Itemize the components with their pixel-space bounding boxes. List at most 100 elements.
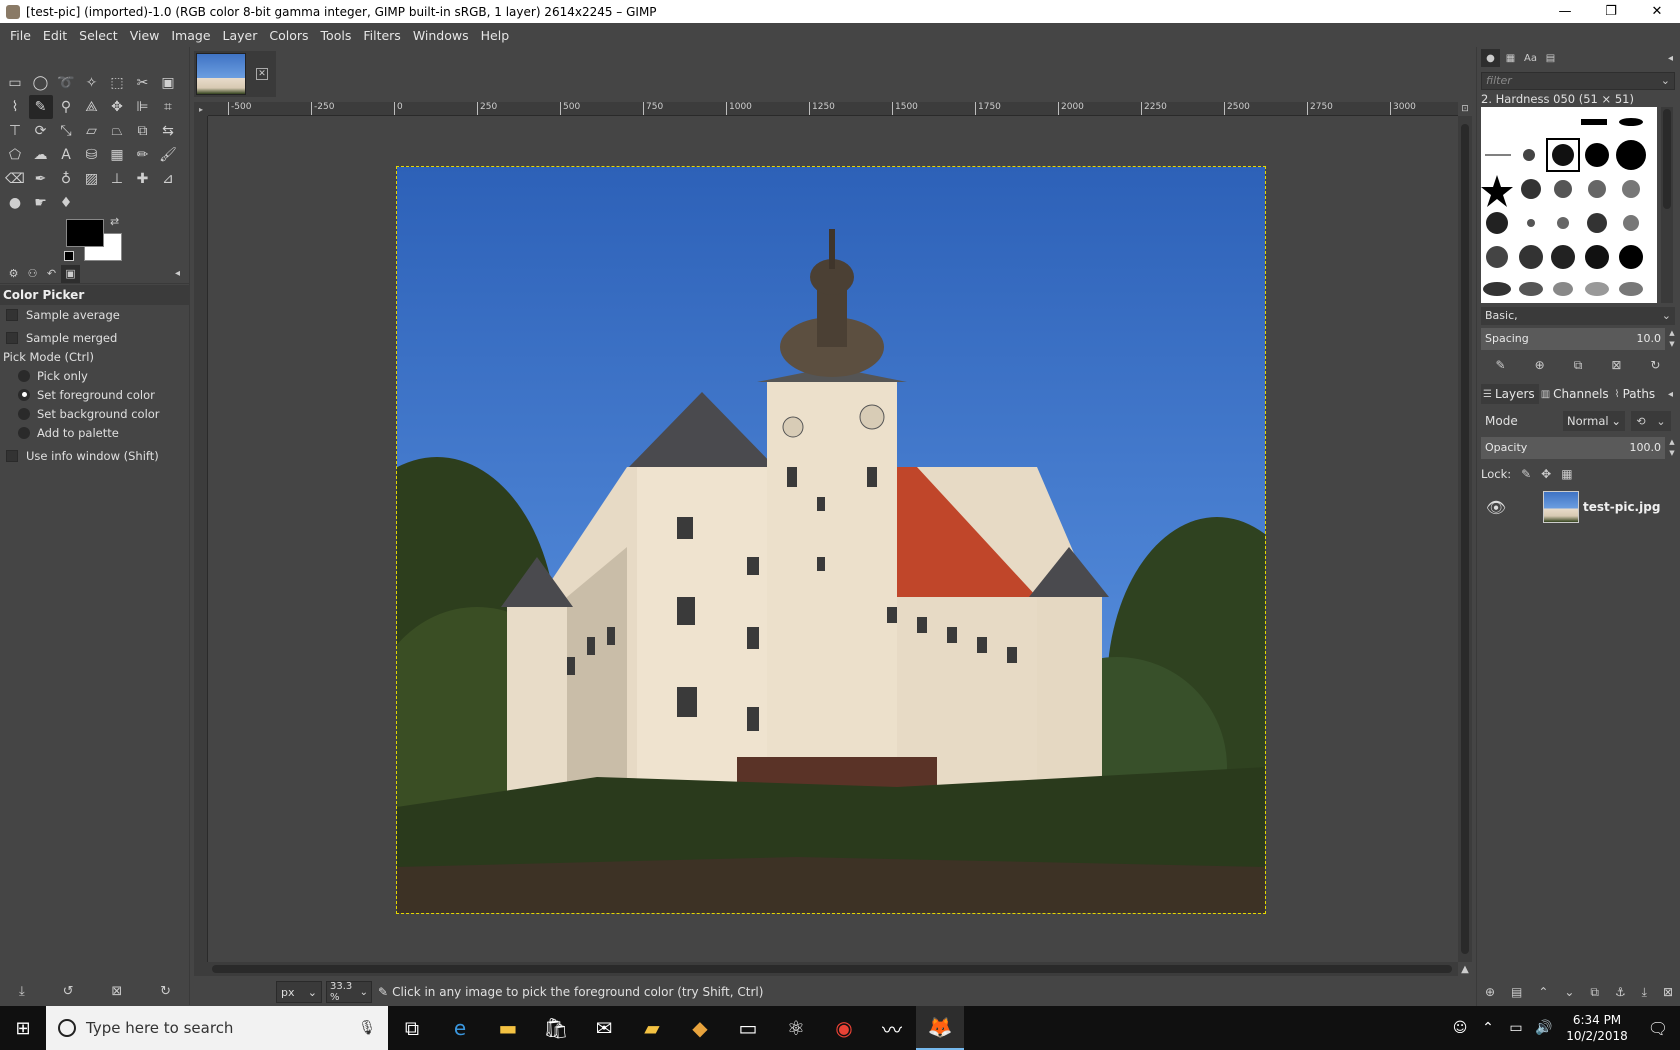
clone-icon[interactable]: ⊥	[105, 167, 129, 191]
eraser-icon[interactable]: ⌫	[3, 167, 27, 191]
menu-image[interactable]: Image	[165, 28, 216, 43]
swap-colors-icon[interactable]: ⇄	[110, 215, 119, 228]
new-layer-group-icon[interactable]: ▤	[1511, 985, 1522, 999]
minimize-button[interactable]: —	[1542, 0, 1588, 23]
edge-browser-icon[interactable]: e	[436, 1006, 484, 1050]
task-view-icon[interactable]: ⧉	[388, 1006, 436, 1050]
add-to-palette-row[interactable]: Add to palette	[0, 423, 190, 442]
rect-select-icon[interactable]: ▭	[3, 71, 27, 95]
set-foreground-row[interactable]: Set foreground color	[0, 385, 190, 404]
paintbrush-icon[interactable]: 🖌	[156, 143, 180, 167]
pencil-icon[interactable]: ✏	[131, 143, 155, 167]
menu-help[interactable]: Help	[475, 28, 516, 43]
blur-icon[interactable]: ●	[3, 191, 27, 215]
patterns-tab-icon[interactable]: ▦	[1501, 49, 1520, 67]
mypaint-brush-icon[interactable]: ▨	[80, 167, 104, 191]
scissors-icon[interactable]: ✂	[131, 71, 155, 95]
opacity-slider[interactable]: Opacity 100.0	[1481, 437, 1665, 459]
device-status-tab-icon[interactable]: ⚇	[23, 265, 42, 283]
dodge-burn-icon[interactable]: ♦	[54, 191, 78, 215]
tab-channels[interactable]: ▥ Channels	[1539, 384, 1613, 404]
image-tab[interactable]: ✕	[194, 51, 276, 97]
spacing-spinner-icon[interactable]: ▲ ▼	[1667, 328, 1677, 350]
zoom-select[interactable]: 33.3 % ⌄	[326, 981, 372, 1003]
flip-icon[interactable]: ⇆	[156, 119, 180, 143]
image-content[interactable]	[396, 166, 1266, 914]
edit-brush-icon[interactable]: ✎	[1496, 358, 1506, 372]
system-clock[interactable]: 6:34 PM 10/2/2018	[1558, 1012, 1636, 1044]
shear-icon[interactable]: ▱	[80, 119, 104, 143]
sample-merged-row[interactable]: Sample merged	[0, 328, 190, 347]
duplicate-brush-icon[interactable]: ⧉	[1574, 358, 1583, 373]
document-history-tab-icon[interactable]: ▤	[1541, 49, 1560, 67]
notifications-icon[interactable]: 🗨	[1636, 1019, 1680, 1038]
ink-icon[interactable]: ♁	[54, 167, 78, 191]
set-background-row[interactable]: Set background color	[0, 404, 190, 423]
navigate-icon[interactable]: ▲	[1458, 962, 1472, 976]
lock-position-icon[interactable]: ✥	[1541, 467, 1551, 481]
3d-transform-icon[interactable]: ⧉	[131, 119, 155, 143]
set-background-radio[interactable]	[18, 407, 30, 420]
menu-file[interactable]: File	[4, 28, 37, 43]
duplicate-layer-icon[interactable]: ⧉	[1590, 985, 1599, 1000]
zoom-image-icon[interactable]: ⊡	[1458, 102, 1472, 116]
unified-transform-icon[interactable]: ⊤	[3, 119, 27, 143]
horizontal-scroll-thumb[interactable]	[212, 965, 1452, 973]
chevron-up-icon[interactable]: ⌃	[1474, 1020, 1502, 1036]
bucket-fill-icon[interactable]: ⛁	[80, 143, 104, 167]
add-to-palette-radio[interactable]	[18, 426, 30, 439]
brush-scroll-thumb[interactable]	[1663, 109, 1671, 209]
horizontal-scrollbar[interactable]	[208, 962, 1458, 976]
lock-pixels-icon[interactable]: ✎	[1521, 467, 1531, 481]
reset-options-icon[interactable]: ↻	[160, 984, 171, 999]
spacing-slider[interactable]: Spacing 10.0	[1481, 328, 1665, 350]
layer-name[interactable]: test-pic.jpg	[1583, 500, 1660, 514]
mode-select[interactable]: Normal ⌄	[1563, 411, 1625, 431]
crop-icon[interactable]: ⌗	[156, 95, 180, 119]
foreground-select-icon[interactable]: ▣	[156, 71, 180, 95]
delete-options-icon[interactable]: ⊠	[111, 984, 122, 999]
microphone-icon[interactable]: 🎙	[358, 1020, 376, 1036]
perspective-icon[interactable]: ⏢	[105, 119, 129, 143]
brush-scrollbar[interactable]	[1661, 107, 1673, 303]
menu-edit[interactable]: Edit	[37, 28, 73, 43]
rotate-icon[interactable]: ⟳	[29, 119, 53, 143]
ellipse-select-icon[interactable]: ◯	[29, 71, 53, 95]
menu-tools[interactable]: Tools	[315, 28, 358, 43]
tab-menu-icon[interactable]: ◂	[1668, 389, 1673, 400]
brush-grid[interactable]	[1481, 107, 1657, 303]
set-foreground-radio[interactable]	[18, 388, 30, 401]
network-icon[interactable]: ▭	[1502, 1020, 1530, 1036]
delete-brush-icon[interactable]: ⊠	[1611, 358, 1621, 372]
refresh-brushes-icon[interactable]: ↻	[1650, 358, 1660, 372]
atom-app-icon[interactable]: ⚛	[772, 1006, 820, 1050]
close-button[interactable]: ✕	[1634, 0, 1680, 23]
gimp-taskbar-icon[interactable]: 🦊	[916, 1006, 964, 1050]
ruler-corner-icon[interactable]: ▸	[194, 102, 208, 116]
use-info-window-checkbox[interactable]	[6, 449, 18, 462]
menu-colors[interactable]: Colors	[263, 28, 314, 43]
opacity-spinner-icon[interactable]: ▲ ▼	[1667, 437, 1677, 459]
color-select-icon[interactable]: ⬚	[105, 71, 129, 95]
heal-icon[interactable]: ✚	[131, 167, 155, 191]
menu-view[interactable]: View	[124, 28, 166, 43]
composite-mode-button[interactable]: ⟲ ⌄	[1631, 411, 1671, 431]
brushes-tab-icon[interactable]: ●	[1481, 49, 1500, 67]
save-options-icon[interactable]: ⤓	[19, 984, 25, 999]
folder-app-icon[interactable]: ▰	[628, 1006, 676, 1050]
volume-icon[interactable]: 🔊	[1530, 1020, 1558, 1036]
sample-merged-checkbox[interactable]	[6, 331, 18, 344]
vertical-scroll-thumb[interactable]	[1461, 124, 1469, 954]
pick-only-radio[interactable]	[18, 369, 30, 382]
fonts-tab-icon[interactable]: Aa	[1521, 49, 1540, 67]
visibility-eye-icon[interactable]: 👁	[1481, 498, 1511, 517]
store-icon[interactable]: 🛍	[532, 1006, 580, 1050]
align-icon[interactable]: ⊫	[131, 95, 155, 119]
images-tab-icon[interactable]: ▣	[61, 264, 80, 283]
chevron-down-icon[interactable]: ⌄	[1661, 73, 1670, 89]
chevron-down-icon[interactable]: ⌄	[1662, 307, 1671, 325]
quick-mask-toggle[interactable]	[194, 962, 208, 976]
merge-layer-icon[interactable]: ⤓	[1642, 985, 1647, 1000]
file-explorer-icon[interactable]: ▬	[484, 1006, 532, 1050]
perspective-clone-icon[interactable]: ⊿	[156, 167, 180, 191]
